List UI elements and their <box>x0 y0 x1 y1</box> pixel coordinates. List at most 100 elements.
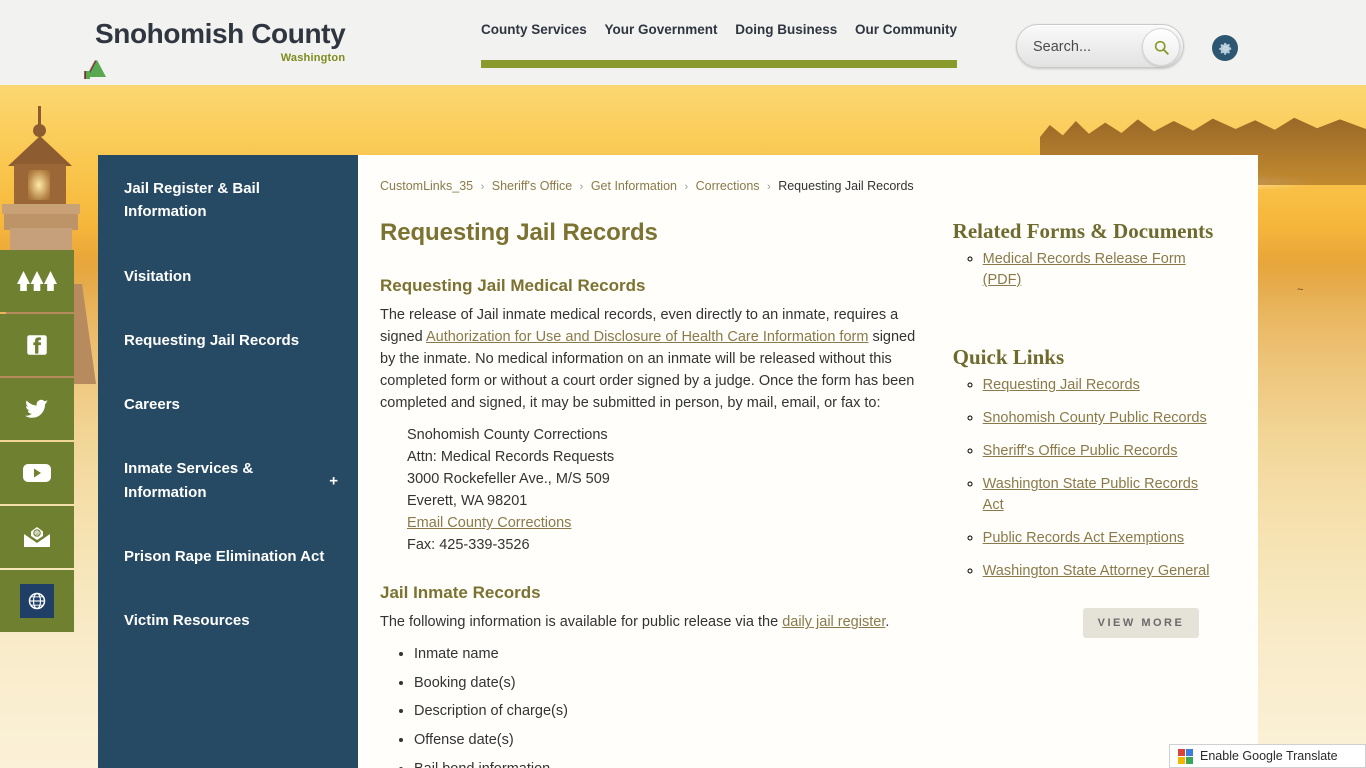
logo-title: Snohomish County <box>95 18 346 49</box>
right-sidebar: Related Forms & Documents Medical Record… <box>937 219 1220 768</box>
nav-county-services[interactable]: County Services <box>481 22 587 37</box>
inmate-records-list: Inmate name Booking date(s) Description … <box>414 643 917 768</box>
breadcrumb-item-sheriffs-office[interactable]: Sheriff's Office <box>492 179 572 193</box>
settings-button[interactable] <box>1212 35 1238 61</box>
breadcrumb-separator: › <box>684 181 689 193</box>
sidebar-item-visitation[interactable]: Visitation <box>98 265 358 288</box>
social-email-button[interactable]: @ <box>0 506 74 568</box>
section-heading-jail-inmate-records: Jail Inmate Records <box>380 583 541 603</box>
list-item: Washington State Public Records Act <box>983 474 1220 516</box>
social-website-button[interactable] <box>0 570 74 632</box>
view-more-button[interactable]: VIEW MORE <box>1082 608 1200 639</box>
address-line: Everett, WA 98201 <box>407 493 528 510</box>
search-box[interactable] <box>1016 24 1184 69</box>
social-youtube-button[interactable] <box>0 442 74 504</box>
google-translate-widget[interactable]: Enable Google Translate <box>1169 744 1366 768</box>
search-button[interactable] <box>1142 28 1180 66</box>
globe-icon <box>28 592 46 610</box>
quick-links-list: Requesting Jail Records Snohomish County… <box>983 375 1220 582</box>
section-sidebar-nav: Jail Register & Bail Information Visitat… <box>98 155 358 768</box>
quick-link-washington-state-attorney-general[interactable]: Washington State Attorney General <box>983 563 1210 579</box>
three-trees-icon <box>17 271 57 291</box>
quick-link-snohomish-county-public-records[interactable]: Snohomish County Public Records <box>983 410 1207 426</box>
quick-link-public-records-act-exemptions[interactable]: Public Records Act Exemptions <box>983 530 1184 546</box>
quick-link-requesting-jail-records[interactable]: Requesting Jail Records <box>983 377 1140 393</box>
svg-text:@: @ <box>35 531 40 537</box>
address-line: Snohomish County Corrections <box>407 427 608 444</box>
primary-nav: County Services Your Government Doing Bu… <box>481 22 957 37</box>
expand-plus-icon[interactable]: + <box>329 469 338 492</box>
envelope-at-icon: @ <box>24 527 50 547</box>
daily-jail-register-link[interactable]: daily jail register <box>782 614 885 630</box>
sidebar-item-careers[interactable]: Careers <box>98 393 358 416</box>
list-item: Description of charge(s) <box>414 700 917 722</box>
nav-your-government[interactable]: Your Government <box>605 22 718 37</box>
content-panel: CustomLinks_35 › Sheriff's Office › Get … <box>358 155 1258 768</box>
sidebar-item-label: Jail Register & Bail Information <box>124 180 260 221</box>
youtube-icon <box>23 464 51 482</box>
sidebar-item-jail-register-bail[interactable]: Jail Register & Bail Information <box>98 177 358 224</box>
mailing-address-block: Snohomish County Corrections Attn: Medic… <box>407 424 917 556</box>
quick-link-washington-state-public-records-act[interactable]: Washington State Public Records Act <box>983 476 1198 513</box>
list-item: Requesting Jail Records <box>983 375 1220 396</box>
breadcrumb-item-customlinks[interactable]: CustomLinks_35 <box>380 179 473 193</box>
social-rail: @ <box>0 250 74 634</box>
address-line: 3000 Rockefeller Ave., M/S 509 <box>407 471 610 488</box>
sidebar-item-victim-resources[interactable]: Victim Resources <box>98 609 358 632</box>
gear-icon <box>1218 42 1231 55</box>
email-county-corrections-link[interactable]: Email County Corrections <box>407 515 571 531</box>
sidebar-item-prison-rape-elimination-act[interactable]: Prison Rape Elimination Act <box>98 545 358 568</box>
site-header: Snohomish County Washington County Servi… <box>0 0 1366 85</box>
nav-our-community[interactable]: Our Community <box>855 22 957 37</box>
breadcrumb-item-corrections[interactable]: Corrections <box>696 179 760 193</box>
translate-label: Enable Google Translate <box>1200 749 1338 763</box>
jail-inmate-records-paragraph: The following information is available f… <box>380 611 917 633</box>
breadcrumb-separator: › <box>579 181 584 193</box>
quick-link-sheriffs-office-public-records[interactable]: Sheriff's Office Public Records <box>983 443 1178 459</box>
search-icon <box>1154 40 1169 55</box>
list-item: Offense date(s) <box>414 729 917 751</box>
sidebar-item-label: Prison Rape Elimination Act <box>124 547 325 565</box>
breadcrumb-separator: › <box>480 181 485 193</box>
sidebar-item-label: Visitation <box>124 267 192 285</box>
search-area <box>1016 24 1238 69</box>
breadcrumb-item-current: Requesting Jail Records <box>778 179 914 193</box>
breadcrumb: CustomLinks_35 › Sheriff's Office › Get … <box>380 179 1220 193</box>
sidebar-item-label: Inmate Services & Information <box>124 460 254 501</box>
related-forms-list: Medical Records Release Form (PDF) <box>983 249 1220 291</box>
sidebar-item-label: Careers <box>124 396 180 413</box>
nav-doing-business[interactable]: Doing Business <box>735 22 837 37</box>
page-title: Requesting Jail Records <box>380 219 658 246</box>
breadcrumb-separator: › <box>767 181 771 193</box>
medical-records-release-form-link[interactable]: Medical Records Release Form (PDF) <box>983 251 1186 288</box>
sidebar-item-label: Victim Resources <box>124 612 250 629</box>
sidebar-item-inmate-services[interactable]: Inmate Services & Information + <box>98 457 358 504</box>
list-item: Booking date(s) <box>414 672 917 694</box>
social-county-logo-button[interactable] <box>0 250 74 312</box>
search-input[interactable] <box>1033 25 1143 69</box>
google-icon <box>1178 748 1193 764</box>
list-item: Medical Records Release Form (PDF) <box>983 249 1220 291</box>
quick-links-title: Quick Links <box>952 345 1065 370</box>
twitter-icon <box>25 399 48 418</box>
bird-silhouette: ~ <box>1297 284 1304 296</box>
globe-chip <box>20 584 54 618</box>
address-line: Attn: Medical Records Requests <box>407 449 615 466</box>
authorization-form-link[interactable]: Authorization for Use and Disclosure of … <box>426 329 868 345</box>
breadcrumb-item-get-information[interactable]: Get Information <box>591 179 677 193</box>
facebook-icon <box>27 335 47 355</box>
list-item: Washington State Attorney General <box>983 561 1220 582</box>
related-forms-title: Related Forms & Documents <box>952 219 1214 243</box>
social-facebook-button[interactable] <box>0 314 74 376</box>
paragraph-text-part2: . <box>885 614 890 631</box>
social-twitter-button[interactable] <box>0 378 74 440</box>
sidebar-item-requesting-jail-records[interactable]: Requesting Jail Records <box>98 329 358 352</box>
list-item: Snohomish County Public Records <box>983 408 1220 429</box>
fax-line: Fax: 425-339-3526 <box>407 537 530 554</box>
list-item: Inmate name <box>414 643 917 665</box>
nav-accent-bar <box>481 60 957 68</box>
site-logo[interactable]: Snohomish County Washington <box>84 18 346 79</box>
section-heading-medical-records: Requesting Jail Medical Records <box>380 276 646 295</box>
